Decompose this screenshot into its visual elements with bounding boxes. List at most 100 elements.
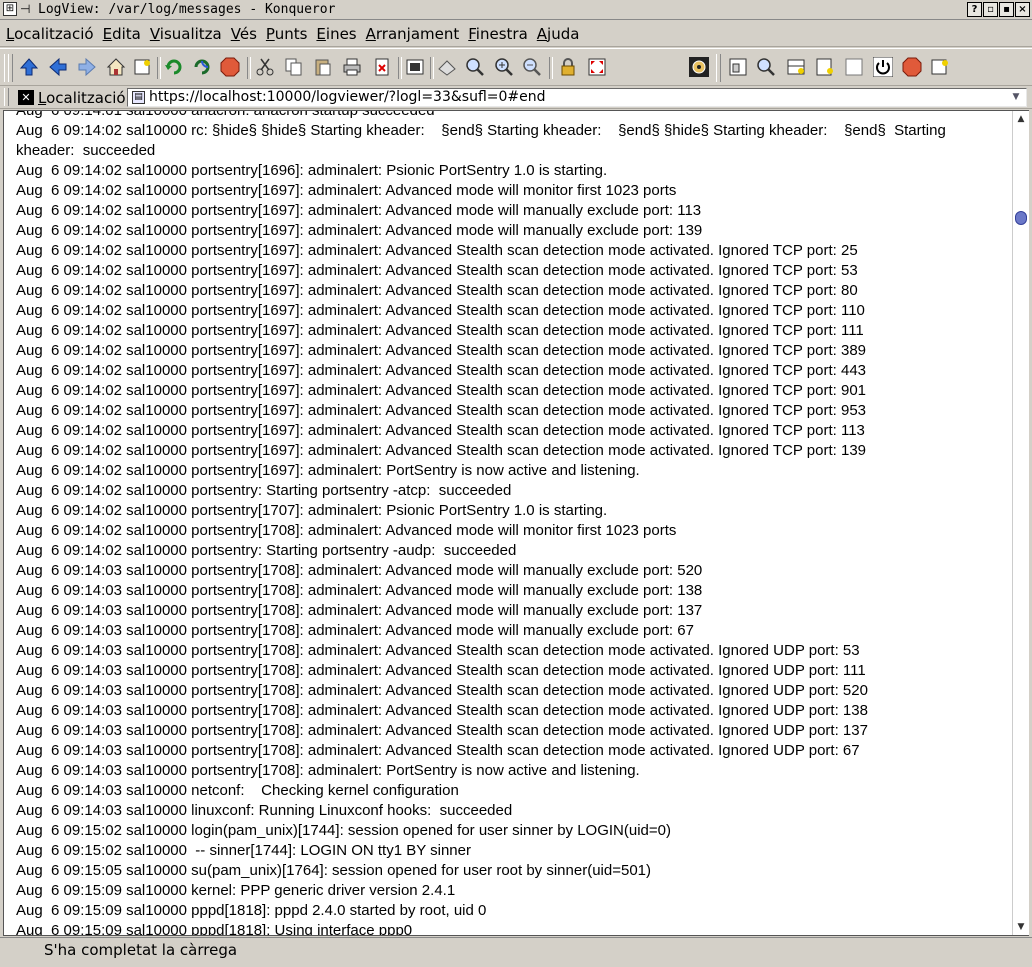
- toolbar-handle-3[interactable]: [716, 54, 721, 82]
- up-arrow-icon: [19, 58, 39, 76]
- close-button[interactable]: ×: [1015, 2, 1030, 17]
- menu-arranjament[interactable]: Arranjament: [366, 25, 460, 43]
- toolbar-separator: [247, 57, 251, 79]
- scrollbar-thumb[interactable]: [1015, 211, 1027, 225]
- home-button[interactable]: [104, 55, 128, 79]
- log-line: Aug 6 09:14:02 sal10000 portsentry[1697]…: [16, 202, 702, 219]
- scroll-down-icon[interactable]: ▼: [1015, 921, 1027, 933]
- log-line: Aug 6 09:14:02 sal10000 portsentry[1697]…: [16, 322, 864, 339]
- fullscreen-button[interactable]: [585, 55, 609, 79]
- menu-ajuda[interactable]: Ajuda: [537, 25, 580, 43]
- forward-button[interactable]: [75, 55, 99, 79]
- view-split-icon: [787, 59, 805, 75]
- log-line: Aug 6 09:14:02 sal10000 portsentry[1696]…: [16, 162, 608, 179]
- cut-button[interactable]: [253, 55, 277, 79]
- log-line: Aug 6 09:14:03 sal10000 netconf: Checkin…: [16, 782, 459, 799]
- location-handle[interactable]: [4, 88, 9, 106]
- blank-icon: [845, 58, 863, 76]
- main-toolbar: [0, 48, 1032, 86]
- menu-eines[interactable]: Eines: [316, 25, 356, 43]
- toolbar-separator: [157, 57, 161, 79]
- menu-localitzacio[interactable]: Localització: [6, 25, 94, 43]
- location-label: Localització: [38, 89, 126, 107]
- paste-button[interactable]: [311, 55, 335, 79]
- new-window-button[interactable]: [928, 55, 952, 79]
- help-button[interactable]: ?: [967, 2, 982, 17]
- log-line: Aug 6 09:14:03 sal10000 portsentry[1708]…: [16, 602, 703, 619]
- chevron-down-icon[interactable]: ▼: [1010, 91, 1022, 104]
- lock-icon: [561, 58, 575, 76]
- zoom-icon: [466, 58, 484, 76]
- print-cancel-button[interactable]: [370, 55, 394, 79]
- reload-spin-icon: [194, 59, 210, 75]
- log-line: Aug 6 09:14:03 sal10000 portsentry[1708]…: [16, 682, 868, 699]
- pin-icon[interactable]: ⊣: [20, 1, 30, 17]
- view-split-button[interactable]: [784, 55, 808, 79]
- window-buttons: ? ▫ ▪ ×: [967, 2, 1030, 17]
- log-line: Aug 6 09:14:03 sal10000 portsentry[1708]…: [16, 722, 868, 739]
- stop-button[interactable]: [218, 55, 242, 79]
- power-button[interactable]: [871, 55, 895, 79]
- window-button[interactable]: [403, 55, 427, 79]
- log-line: Aug 6 09:14:03 sal10000 linuxconf: Runni…: [16, 802, 513, 819]
- zoom-in-button[interactable]: [492, 55, 516, 79]
- bookmark-new-button[interactable]: [131, 55, 155, 79]
- zoom-button[interactable]: [463, 55, 487, 79]
- log-view: Aug 6 09:14:01 sal10000 anacron: anacron…: [16, 111, 1006, 936]
- find-icon: [438, 60, 456, 76]
- log-line: Aug 6 09:14:03 sal10000 portsentry[1708]…: [16, 562, 703, 579]
- app-icon[interactable]: ⊞: [3, 2, 17, 16]
- toolbar-handle-2[interactable]: [8, 54, 13, 82]
- url-input[interactable]: [149, 89, 999, 106]
- lock-button[interactable]: [556, 55, 580, 79]
- log-line: Aug 6 09:14:02 sal10000 portsentry[1697]…: [16, 222, 703, 239]
- log-line: Aug 6 09:14:02 sal10000 portsentry[1697]…: [16, 362, 867, 379]
- reload-button[interactable]: [162, 55, 186, 79]
- title-bar[interactable]: ⊞ ⊣ LogView: /var/log/messages - Konquer…: [0, 0, 1032, 20]
- settings-gear-icon: [689, 57, 709, 77]
- find-button[interactable]: [435, 55, 459, 79]
- toolbar-separator: [549, 57, 553, 79]
- menu-bar: Localització Edita Visualitza Vés Punts …: [0, 21, 1032, 47]
- menu-ves[interactable]: Vés: [231, 25, 257, 43]
- bookmark-new-icon: [134, 59, 150, 75]
- location-bar: ✕ Localització ▤ ▼: [0, 87, 1032, 109]
- settings-button[interactable]: [687, 55, 711, 79]
- forward-arrow-icon: [78, 57, 96, 77]
- stop-button-2[interactable]: [900, 55, 924, 79]
- copy-button[interactable]: [282, 55, 306, 79]
- log-line: Aug 6 09:14:02 sal10000 portsentry[1697]…: [16, 442, 867, 459]
- menu-punts[interactable]: Punts: [266, 25, 308, 43]
- minimize-button[interactable]: ▫: [983, 2, 998, 17]
- view-button[interactable]: [726, 55, 750, 79]
- log-line: Aug 6 09:14:03 sal10000 portsentry[1708]…: [16, 622, 694, 639]
- log-line: Aug 6 09:14:02 sal10000 portsentry: Star…: [16, 542, 517, 559]
- view-text-button[interactable]: [813, 55, 837, 79]
- scroll-up-icon[interactable]: ▲: [1015, 113, 1027, 125]
- log-line: Aug 6 09:14:02 sal10000 portsentry[1697]…: [16, 262, 858, 279]
- log-line: Aug 6 09:14:03 sal10000 portsentry[1708]…: [16, 642, 860, 659]
- zoom-out-icon: [523, 58, 541, 76]
- new-window-icon: [931, 59, 948, 75]
- menu-edita[interactable]: Edita: [103, 25, 141, 43]
- blank-button[interactable]: [842, 55, 866, 79]
- maximize-button[interactable]: ▪: [999, 2, 1014, 17]
- log-line: Aug 6 09:15:09 sal10000 pppd[1818]: Usin…: [16, 922, 413, 936]
- print-button[interactable]: [340, 55, 364, 79]
- reload-all-button[interactable]: [190, 55, 214, 79]
- location-field[interactable]: ▤ ▼: [127, 88, 1027, 107]
- log-line: Aug 6 09:14:02 sal10000 portsentry[1697]…: [16, 302, 865, 319]
- up-button[interactable]: [17, 55, 41, 79]
- menu-visualitza[interactable]: Visualitza: [150, 25, 222, 43]
- vertical-scrollbar[interactable]: ▲ ▼: [1012, 111, 1029, 935]
- search-button[interactable]: [754, 55, 778, 79]
- copy-icon: [285, 58, 302, 76]
- page-content: Aug 6 09:14:01 sal10000 anacron: anacron…: [3, 110, 1029, 936]
- log-line: Aug 6 09:15:02 sal10000 login(pam_unix)[…: [16, 822, 671, 839]
- clear-location-icon[interactable]: ✕: [18, 90, 34, 105]
- log-line: Aug 6 09:15:05 sal10000 su(pam_unix)[176…: [16, 862, 651, 879]
- back-button[interactable]: [46, 55, 70, 79]
- toolbar-separator: [398, 57, 402, 79]
- zoom-out-button[interactable]: [520, 55, 544, 79]
- menu-finestra[interactable]: Finestra: [468, 25, 528, 43]
